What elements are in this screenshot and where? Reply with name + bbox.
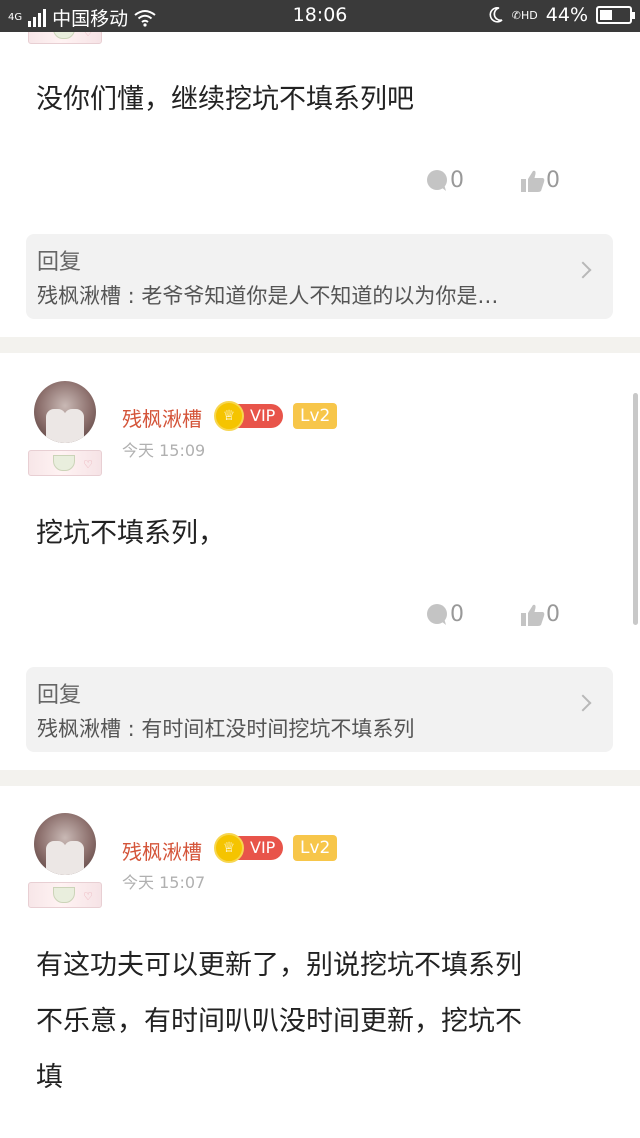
comment-text-line: 有这功夫可以更新了，别说挖坑不填系列 <box>36 950 522 981</box>
avatar[interactable] <box>34 381 96 443</box>
user-badge: ♡ <box>28 450 102 476</box>
bowl-icon <box>53 455 75 471</box>
avatar[interactable] <box>34 813 96 875</box>
username[interactable]: 残枫湫槽 <box>122 836 202 865</box>
like-count: 0 <box>546 168 560 193</box>
reply-title: 回复 <box>37 250 82 275</box>
crown-icon: ♕ <box>214 401 244 431</box>
thumbs-up-icon <box>521 604 545 626</box>
bowl-icon <box>53 887 75 903</box>
avatar-figure <box>46 841 66 875</box>
comment-actions: 0 0 <box>370 168 560 193</box>
reply-text: 残枫湫槽 : 老爷爷知道你是人不知道的以为你是… <box>37 284 499 308</box>
avatar-figure <box>64 409 84 443</box>
comment-text: 没你们懂，继续挖坑不填系列吧 <box>36 84 414 115</box>
comment-text-line: 填 <box>36 1062 63 1093</box>
reply-title: 回复 <box>37 683 82 708</box>
comment-bubble-icon <box>427 603 447 625</box>
avatar-figure <box>46 409 66 443</box>
like-count: 0 <box>546 602 560 627</box>
comment-count: 0 <box>450 168 464 193</box>
vip-badge: ♕ VIP <box>214 833 284 863</box>
comment-time: 今天 15:07 <box>122 873 206 892</box>
avatar-figure <box>64 841 84 875</box>
status-bar: 4G 中国移动 18:06 ✆HD 44% <box>0 0 640 32</box>
comment-actions: 0 0 <box>370 602 560 627</box>
bowl-icon <box>53 32 75 39</box>
heart-icon: ♡ <box>83 32 93 39</box>
comment-time: 今天 15:09 <box>122 441 206 460</box>
like-button[interactable]: 0 <box>520 602 560 627</box>
battery-fill <box>600 10 612 20</box>
comment-count: 0 <box>450 602 464 627</box>
heart-icon: ♡ <box>83 890 93 903</box>
scrollbar[interactable] <box>633 393 638 625</box>
divider <box>0 337 640 353</box>
comment-bubble-icon <box>427 169 447 191</box>
reply-preview[interactable]: 回复 残枫湫槽 : 有时间杠没时间挖坑不填系列 <box>26 667 613 752</box>
user-badge: ♡ <box>28 32 102 44</box>
user-badge: ♡ <box>28 882 102 908</box>
reply-text: 残枫湫槽 : 有时间杠没时间挖坑不填系列 <box>37 717 415 741</box>
reply-preview[interactable]: 回复 残枫湫槽 : 老爷爷知道你是人不知道的以为你是… <box>26 234 613 319</box>
level-badge: Lv2 <box>293 403 338 429</box>
level-badge: Lv2 <box>293 835 338 861</box>
chevron-right-icon <box>574 261 592 279</box>
comment-text: 挖坑不填系列， <box>36 518 225 549</box>
crown-icon: ♕ <box>214 833 244 863</box>
thumbs-up-icon <box>521 170 545 192</box>
vip-badge: ♕ VIP <box>214 401 284 431</box>
hd-label: HD <box>521 8 538 22</box>
comment-button[interactable]: 0 <box>426 602 464 627</box>
username[interactable]: 残枫湫槽 <box>122 403 202 432</box>
battery-percent: 44% <box>545 4 588 26</box>
chevron-right-icon <box>574 694 592 712</box>
volte-hd-icon: ✆HD <box>511 8 538 22</box>
comment-text-line: 不乐意，有时间叭叭没时间更新，挖坑不 <box>36 1006 522 1037</box>
comment-list[interactable]: ♡ 没你们懂，继续挖坑不填系列吧 0 0 回复 残枫湫槽 : 老爷爷知道你是人不… <box>0 32 640 1138</box>
moon-icon <box>489 7 503 23</box>
comment-button[interactable]: 0 <box>426 168 464 193</box>
divider <box>0 770 640 786</box>
battery-icon <box>596 6 635 24</box>
like-button[interactable]: 0 <box>520 168 560 193</box>
heart-icon: ♡ <box>83 458 93 471</box>
status-right: ✆HD 44% <box>488 4 635 26</box>
